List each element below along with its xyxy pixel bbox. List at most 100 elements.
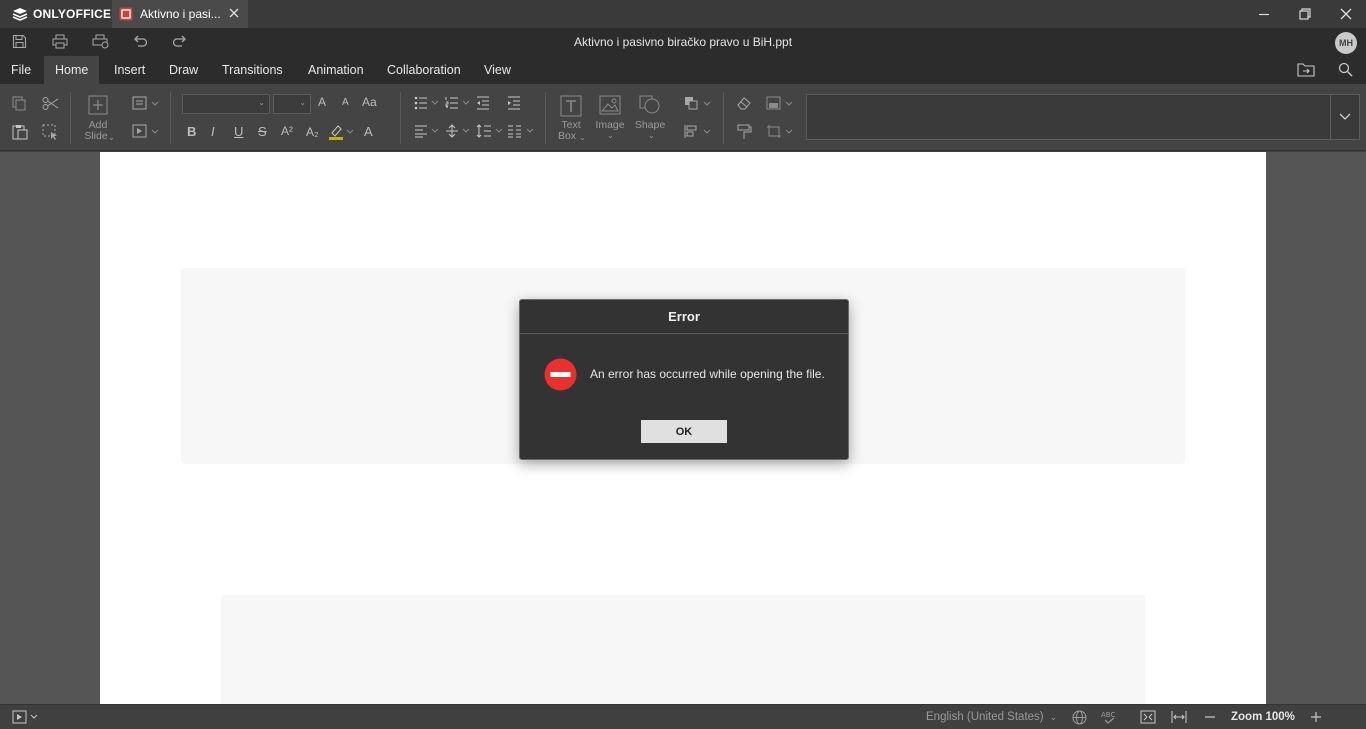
- close-icon: [1340, 8, 1352, 20]
- toolbar-separator: [723, 92, 724, 144]
- title-bar: ONLYOFFICE Aktivno i pasi...: [0, 0, 1366, 28]
- document-language-icon[interactable]: [1072, 705, 1087, 729]
- arrange-icon[interactable]: [684, 96, 712, 111]
- close-tab-icon[interactable]: [228, 7, 240, 19]
- close-window-button[interactable]: [1325, 0, 1366, 28]
- tab-insert[interactable]: Insert: [103, 56, 156, 84]
- error-dialog: Error An error has occurred while openin…: [519, 299, 849, 460]
- slideshow-menu-button[interactable]: [12, 705, 38, 729]
- svg-text:ABC: ABC: [1101, 711, 1115, 719]
- document-header: Aktivno i pasivno biračko pravo u BiH.pp…: [0, 28, 1366, 56]
- superscript-icon[interactable]: A²: [281, 124, 293, 138]
- menu-tabs: File Home Insert Draw Transitions Animat…: [0, 56, 1366, 84]
- add-slide-icon: [88, 95, 108, 115]
- zoom-in-icon[interactable]: [1310, 705, 1322, 729]
- subtitle-placeholder[interactable]: [221, 595, 1145, 715]
- underline-icon[interactable]: U: [234, 124, 243, 139]
- shape-icon: [639, 95, 661, 115]
- tab-file[interactable]: File: [0, 56, 42, 84]
- home-toolbar: Add Slide ⌄ ⌄ ⌄ A A Aa B I U S A² A₂ A T…: [0, 84, 1366, 151]
- strikethrough-icon[interactable]: S: [258, 124, 267, 139]
- slide-background-icon[interactable]: [766, 96, 794, 111]
- spellcheck-icon[interactable]: ABC: [1101, 705, 1117, 729]
- add-slide-button[interactable]: Add Slide ⌄: [82, 92, 115, 148]
- document-tab[interactable]: Aktivno i pasi...: [112, 0, 248, 28]
- tab-transitions[interactable]: Transitions: [211, 56, 294, 84]
- presentation-file-icon: [119, 7, 133, 21]
- align-objects-icon[interactable]: [684, 124, 712, 139]
- chevron-down-icon: [1339, 113, 1351, 120]
- slide-size-icon[interactable]: [766, 124, 794, 139]
- cut-icon[interactable]: [42, 96, 59, 111]
- columns-icon[interactable]: [507, 124, 535, 138]
- increase-font-icon[interactable]: A: [318, 95, 326, 109]
- toolbar-separator: [400, 92, 401, 144]
- vertical-align-icon[interactable]: [445, 124, 471, 138]
- app-brand-name: ONLYOFFICE: [33, 7, 112, 21]
- fit-to-width-icon[interactable]: [1171, 705, 1187, 729]
- toolbar-separator: [70, 92, 71, 144]
- chevron-down-icon: ⌄: [299, 98, 306, 107]
- open-file-location-icon[interactable]: [1297, 62, 1315, 77]
- minimize-button[interactable]: [1243, 0, 1285, 28]
- increase-indent-icon[interactable]: [507, 96, 521, 110]
- text-box-icon: [560, 95, 582, 117]
- bold-icon[interactable]: B: [187, 124, 196, 139]
- line-spacing-icon[interactable]: [476, 124, 504, 138]
- onlyoffice-logo-icon: [12, 7, 28, 21]
- font-family-select[interactable]: ⌄: [182, 94, 270, 114]
- text-box-button[interactable]: Text Box ⌄: [555, 92, 587, 148]
- zoom-level[interactable]: Zoom 100%: [1231, 705, 1295, 729]
- tab-home[interactable]: Home: [44, 56, 100, 84]
- tab-animation[interactable]: Animation: [297, 56, 375, 84]
- user-avatar[interactable]: MH: [1335, 32, 1357, 54]
- restore-button[interactable]: [1284, 0, 1326, 28]
- ok-button[interactable]: OK: [641, 420, 727, 443]
- change-case-icon[interactable]: Aa: [362, 95, 377, 109]
- chevron-down-icon: ⌄: [579, 133, 586, 142]
- font-color-icon[interactable]: A: [364, 124, 373, 139]
- fit-to-slide-icon[interactable]: [1140, 705, 1156, 729]
- document-tab-title: Aktivno i pasi...: [140, 7, 221, 21]
- tab-draw[interactable]: Draw: [158, 56, 209, 84]
- error-icon: [544, 358, 577, 391]
- search-icon[interactable]: [1338, 62, 1353, 77]
- font-size-select[interactable]: ⌄: [273, 94, 311, 114]
- play-slideshow-icon: [12, 710, 38, 724]
- bullets-icon[interactable]: [414, 96, 440, 110]
- app-brand: ONLYOFFICE: [12, 0, 111, 28]
- paste-icon[interactable]: [12, 124, 28, 140]
- subscript-icon[interactable]: A₂: [306, 125, 319, 139]
- chevron-down-icon: ⌄: [648, 131, 655, 140]
- dialog-title: Error: [520, 300, 848, 334]
- status-bar: English (United States) ⌄ ABC Zoom 100%: [0, 704, 1366, 728]
- shape-label: Shape: [634, 119, 666, 131]
- image-button[interactable]: Image ⌄: [593, 92, 627, 148]
- italic-icon[interactable]: I: [211, 124, 215, 139]
- toolbar-separator: [170, 92, 171, 144]
- zoom-out-icon[interactable]: [1204, 705, 1216, 729]
- copy-icon[interactable]: [12, 96, 27, 111]
- minimize-icon: [1259, 13, 1269, 16]
- copy-style-icon[interactable]: [736, 124, 752, 140]
- tab-view[interactable]: View: [473, 56, 522, 84]
- document-title: Aktivno i pasivno biračko pravo u BiH.pp…: [573, 35, 793, 49]
- language-label: English (United States): [926, 711, 1044, 723]
- tab-collaboration[interactable]: Collaboration: [376, 56, 472, 84]
- decrease-indent-icon[interactable]: [476, 96, 490, 110]
- error-message: An error has occurred while opening the …: [590, 367, 825, 381]
- select-all-icon[interactable]: [42, 124, 59, 140]
- start-slideshow-icon[interactable]: [132, 124, 160, 139]
- highlight-color-icon[interactable]: [328, 123, 354, 141]
- decrease-font-icon[interactable]: A: [342, 97, 349, 108]
- theme-gallery[interactable]: [806, 94, 1360, 140]
- restore-icon: [1299, 8, 1311, 20]
- align-left-icon[interactable]: [414, 124, 440, 138]
- language-select[interactable]: English (United States) ⌄: [926, 705, 1057, 729]
- theme-gallery-expand-button[interactable]: [1330, 95, 1359, 139]
- shape-button[interactable]: Shape ⌄: [632, 92, 668, 148]
- slide-layout-icon[interactable]: [132, 96, 160, 111]
- numbering-icon[interactable]: [445, 96, 471, 110]
- chevron-down-icon: ⌄: [607, 131, 614, 140]
- clear-style-icon[interactable]: [736, 96, 752, 110]
